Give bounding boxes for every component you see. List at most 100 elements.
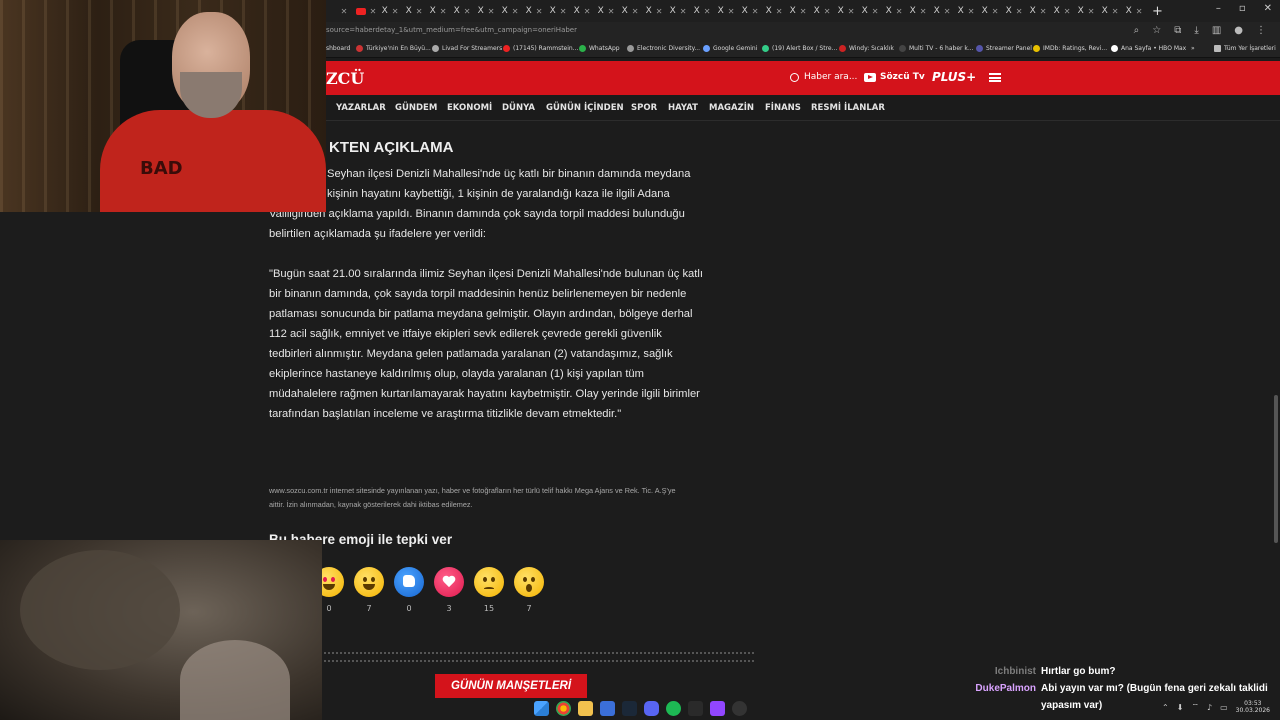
browser-tab[interactable]: X ✕ [978,2,1002,20]
hamburger-menu-icon[interactable] [989,73,1001,82]
browser-tab[interactable]: X ✕ [690,2,714,20]
nav-item-ekonomi[interactable]: EKONOMİ [447,103,492,113]
download-icon[interactable]: ⤓ [1194,25,1198,36]
browser-tab[interactable]: X ✕ [426,2,450,20]
close-icon[interactable]: ✕ [370,7,377,16]
network-icon[interactable]: ⌔ [1191,702,1199,712]
maximize-icon[interactable]: ▫ [1239,3,1246,14]
browser-tab[interactable]: X ✕ [1026,2,1050,20]
bookmarks-overflow-icon[interactable]: » [1191,45,1195,52]
battery-icon[interactable]: ▭ [1220,703,1228,712]
reaction-thumbs-up[interactable]: 0 [394,567,424,613]
browser-tab[interactable]: X ✕ [954,2,978,20]
close-icon[interactable]: ✕ [776,7,783,16]
browser-tab[interactable]: X ✕ [1002,2,1026,20]
browser-tab[interactable]: X ✕ [1050,2,1074,20]
extensions-icon[interactable]: ⧉ [1174,25,1181,36]
sozcu-tv-link[interactable]: Sözcü Tv [864,72,925,82]
nav-item-hayat[interactable]: HAYAT [668,103,698,113]
app-icon[interactable] [688,701,703,716]
close-icon[interactable]: ✕ [680,7,687,16]
close-icon[interactable]: ✕ [1088,7,1095,16]
close-icon[interactable]: ✕ [704,7,711,16]
browser-tab[interactable]: X ✕ [714,2,738,20]
close-icon[interactable]: ✕ [1112,7,1119,16]
section-banner[interactable]: GÜNÜN MANŞETLERİ [435,674,587,698]
tray-chevron-icon[interactable]: ⌃ [1162,703,1169,712]
new-tab-icon[interactable]: + [1152,4,1163,19]
sidebar-icon[interactable]: ▥ [1212,25,1221,36]
minimize-icon[interactable]: – [1216,3,1221,14]
close-icon[interactable]: ✕ [341,7,348,16]
plus-link[interactable]: PLUS+ [932,70,976,84]
kebab-menu-icon[interactable]: ⋮ [1256,25,1266,36]
nav-item-finans[interactable]: FİNANS [765,103,801,113]
all-bookmarks-item[interactable]: Tüm Yer İşaretleri [1214,45,1276,52]
browser-tab[interactable]: X ✕ [930,2,954,20]
browser-tab[interactable]: X ✕ [1074,2,1098,20]
close-icon[interactable]: ✕ [536,7,543,16]
close-icon[interactable]: ✕ [392,7,399,16]
close-icon[interactable]: ✕ [944,7,951,16]
close-icon[interactable]: ✕ [1136,7,1143,16]
nav-item-gundem[interactable]: GÜNDEM [395,103,437,113]
search-button[interactable]: Haber ara... [790,72,857,82]
bookmark-item[interactable]: Google Gemini [703,45,757,52]
close-icon[interactable]: ✕ [584,7,591,16]
close-icon[interactable]: ✕ [1016,7,1023,16]
profile-icon[interactable]: ● [1234,25,1243,36]
browser-tab[interactable]: X ✕ [666,2,690,20]
close-icon[interactable]: ✕ [440,7,447,16]
reaction-heart[interactable]: 3 [434,567,464,613]
obs-icon[interactable] [732,701,747,716]
close-icon[interactable]: ✕ [992,7,999,16]
browser-tab[interactable]: X ✕ [546,2,570,20]
close-icon[interactable]: ✕ [848,7,855,16]
browser-tab[interactable]: X ✕ [1098,2,1122,20]
browser-tab[interactable]: X ✕ [642,2,666,20]
bookmark-item[interactable]: shboard [326,45,350,52]
nav-item-magazin[interactable]: MAGAZİN [709,103,754,113]
nav-item-spor[interactable]: SPOR [631,103,657,113]
file-explorer-icon[interactable] [578,701,593,716]
bookmark-star-icon[interactable]: ☆ [1152,25,1161,36]
nav-item-yazarlar[interactable]: YAZARLAR [336,103,386,113]
bookmark-item[interactable]: Türkiye'nin En Büyü... [356,45,431,52]
browser-tab[interactable]: X ✕ [474,2,498,20]
close-icon[interactable]: ✕ [1040,7,1047,16]
browser-tab-youtube[interactable]: ✕ [354,2,378,20]
bookmark-item[interactable]: Livad For Streamers [432,45,502,52]
close-icon[interactable]: ✕ [896,7,903,16]
bookmark-item[interactable]: Electronic Diversity... [627,45,700,52]
bookmark-item[interactable]: WhatsApp [579,45,620,52]
reaction-surprised[interactable]: 7 [514,567,544,613]
bookmark-item[interactable]: (19) Alert Box / Stre... [762,45,837,52]
browser-tab[interactable]: X ✕ [906,2,930,20]
browser-tab[interactable]: X ✕ [402,2,426,20]
nav-item-resmi-ilanlar[interactable]: RESMİ İLANLAR [811,103,885,113]
system-clock[interactable]: 03:53 30.03.2026 [1236,700,1270,714]
site-logo[interactable]: ZCÜ [326,69,364,88]
nav-item-dunya[interactable]: DÜNYA [502,103,535,113]
zoom-icon[interactable]: ⌕ [1134,25,1140,36]
bookmark-item[interactable]: Windy: Sıcaklık [839,45,894,52]
nav-item-gunun-icinden[interactable]: GÜNÜN İÇİNDEN [546,103,624,113]
chrome-icon[interactable] [556,701,571,716]
close-icon[interactable]: ✕ [416,7,423,16]
url-field[interactable]: source=haberdetay_1&utm_medium=free&utm_… [326,26,577,34]
reaction-sad[interactable]: 15 [474,567,504,613]
close-icon[interactable]: ✕ [632,7,639,16]
browser-tab[interactable]: X ✕ [786,2,810,20]
scrollbar-thumb[interactable] [1274,395,1278,543]
browser-tab[interactable]: X ✕ [858,2,882,20]
close-icon[interactable]: ✕ [824,7,831,16]
app-icon[interactable] [600,701,615,716]
close-icon[interactable]: ✕ [728,7,735,16]
volume-icon[interactable]: ♪ [1207,703,1212,712]
close-icon[interactable]: ✕ [1064,7,1071,16]
close-window-icon[interactable]: ✕ [1264,3,1272,14]
steam-icon[interactable] [622,701,637,716]
discord-icon[interactable] [644,701,659,716]
twitch-icon[interactable] [710,701,725,716]
browser-tab[interactable]: X ✕ [594,2,618,20]
